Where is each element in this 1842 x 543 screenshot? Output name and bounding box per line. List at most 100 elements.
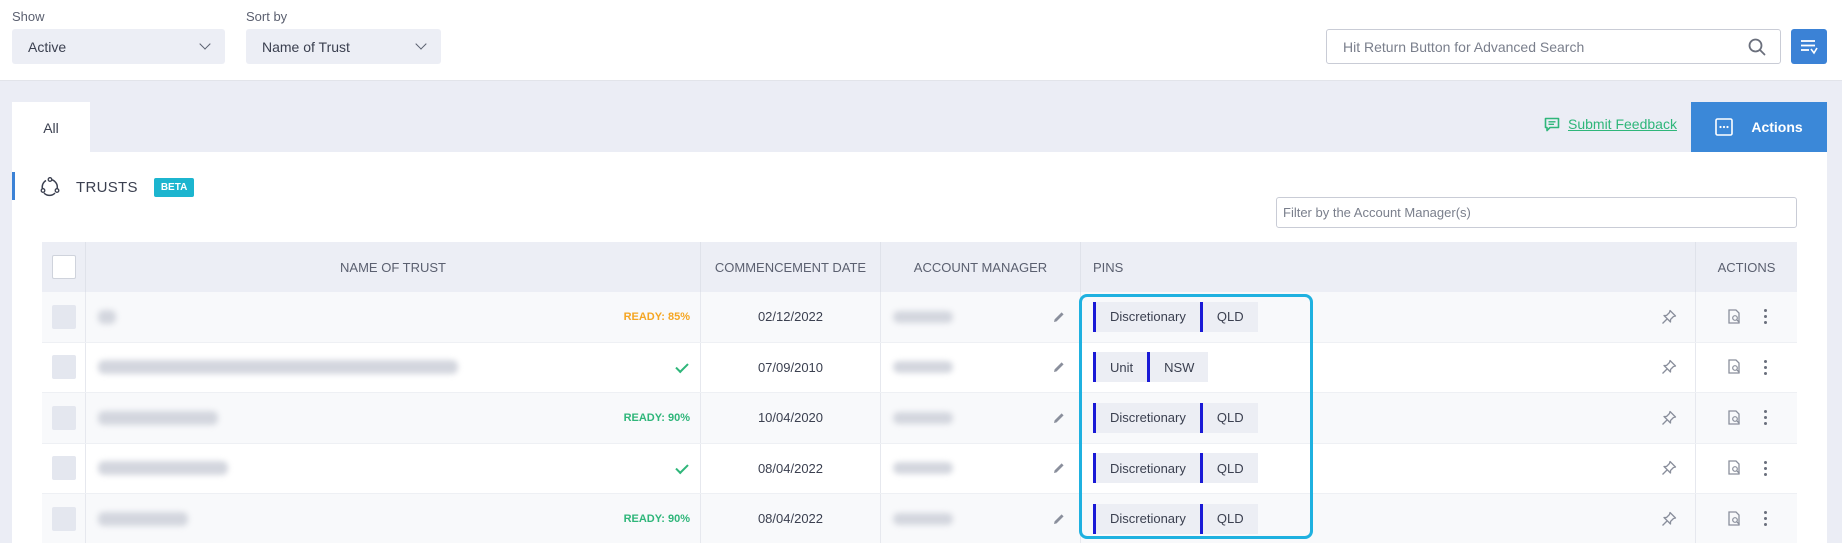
account-manager-cell — [881, 292, 1081, 342]
more-vertical-icon[interactable] — [1763, 511, 1767, 527]
pin-tag[interactable]: QLD — [1199, 402, 1258, 433]
tabs-bar: All Submit Feedback Actions — [12, 102, 1827, 153]
trust-name-cell[interactable] — [86, 443, 701, 493]
row-actions-cell — [1696, 494, 1797, 543]
trust-name-redacted — [98, 511, 188, 526]
pin-tag[interactable]: Discretionary — [1093, 453, 1200, 484]
pin-tag[interactable]: Unit — [1093, 352, 1148, 383]
pins-cell: Discretionary QLD — [1081, 393, 1696, 443]
chevron-down-icon — [415, 38, 427, 50]
trust-name-redacted — [98, 410, 218, 425]
submit-feedback-link[interactable]: Submit Feedback — [1544, 116, 1677, 132]
account-manager-cell — [881, 494, 1081, 543]
trust-name-redacted — [98, 309, 116, 324]
filter-list-icon — [1801, 39, 1818, 54]
pin-tag[interactable]: Discretionary — [1093, 402, 1200, 433]
row-checkbox[interactable] — [51, 456, 76, 481]
pin-tag[interactable]: NSW — [1147, 352, 1209, 383]
search-icon[interactable] — [1748, 38, 1766, 56]
sort-select-value: Name of Trust — [262, 38, 350, 55]
pushpin-icon[interactable] — [1661, 309, 1677, 325]
trust-name-cell[interactable]: READY: 85% — [86, 292, 701, 342]
tab-all[interactable]: All — [12, 102, 90, 153]
account-manager-redacted — [893, 411, 953, 424]
row-actions-cell — [1696, 343, 1797, 393]
actions-button-label: Actions — [1751, 119, 1803, 135]
edit-pencil-icon[interactable] — [1052, 512, 1066, 526]
row-actions-cell — [1696, 444, 1797, 494]
table-body: READY: 85% 02/12/2022 DiscretionaryQLD — [42, 292, 1797, 543]
commencement-date: 08/04/2022 — [701, 443, 881, 493]
pins-cell: Discretionary QLD — [1081, 443, 1696, 493]
pins-cell: Discretionary QLD — [1081, 494, 1696, 543]
more-vertical-icon[interactable] — [1763, 309, 1767, 325]
select-all-checkbox[interactable] — [51, 255, 76, 279]
edit-pencil-icon[interactable] — [1052, 310, 1066, 324]
edit-pencil-icon[interactable] — [1052, 360, 1066, 374]
row-select-cell — [42, 342, 86, 392]
pins-list: Discretionary QLD — [1093, 503, 1258, 534]
pushpin-icon[interactable] — [1661, 460, 1677, 476]
row-checkbox[interactable] — [51, 355, 76, 380]
pins-list: Discretionary QLD — [1093, 453, 1258, 484]
table-row[interactable]: READY: 90% 08/04/2022 Discretionary QLD — [42, 494, 1797, 543]
search-input[interactable] — [1343, 38, 1748, 55]
view-document-icon[interactable] — [1727, 359, 1742, 375]
row-actions-cell — [1696, 292, 1797, 342]
trust-name-redacted — [98, 360, 458, 375]
section-title: TRUSTS — [76, 178, 138, 196]
pin-tag[interactable]: QLD — [1199, 301, 1258, 332]
trust-name-cell[interactable] — [86, 342, 701, 392]
submit-feedback-label: Submit Feedback — [1568, 116, 1677, 132]
table-row[interactable]: READY: 90% 10/04/2020 Discretionary QLD — [42, 393, 1797, 444]
row-select-cell — [42, 443, 86, 493]
more-vertical-icon[interactable] — [1763, 460, 1767, 476]
row-checkbox[interactable] — [51, 304, 76, 329]
row-checkbox[interactable] — [51, 506, 76, 531]
pushpin-icon[interactable] — [1661, 511, 1677, 527]
account-manager-filter[interactable] — [1276, 197, 1797, 228]
table-row[interactable]: 07/09/2010 Unit NSW — [42, 342, 1797, 393]
show-label: Show — [12, 9, 45, 24]
table-row[interactable]: 08/04/2022 Discretionary QLD — [42, 443, 1797, 494]
pushpin-icon[interactable] — [1661, 410, 1677, 426]
view-document-icon[interactable] — [1727, 511, 1742, 527]
pin-tag[interactable]: Discretionary — [1093, 503, 1200, 534]
commencement-date: 07/09/2010 — [701, 342, 881, 392]
col-pins: PINS — [1081, 242, 1696, 292]
pins-cell: Discretionary QLD — [1081, 292, 1696, 342]
edit-pencil-icon[interactable] — [1052, 411, 1066, 425]
col-actions: ACTIONS — [1717, 259, 1776, 275]
more-vertical-icon[interactable] — [1763, 359, 1767, 375]
pins-cell: Unit NSW — [1081, 342, 1696, 392]
view-document-icon[interactable] — [1727, 309, 1742, 325]
ready-check-icon — [675, 460, 689, 474]
search-box[interactable] — [1326, 29, 1781, 64]
ready-status: READY: 85% — [623, 310, 690, 323]
pin-tag[interactable]: Discretionary — [1093, 301, 1200, 332]
view-document-icon[interactable] — [1727, 410, 1742, 426]
sort-label: Sort by — [246, 9, 288, 24]
trusts-panel: TRUSTS BETA NAME OF TRUST COMMENCEMENT D… — [12, 152, 1827, 543]
table-row[interactable]: READY: 85% 02/12/2022 Discretionary QLD — [42, 292, 1797, 343]
section-header: TRUSTS BETA — [40, 177, 195, 197]
pin-tag[interactable]: QLD — [1199, 503, 1258, 534]
row-actions-cell — [1696, 393, 1797, 443]
col-name-of-trust[interactable]: NAME OF TRUST — [86, 242, 701, 292]
ready-status: READY: 90% — [623, 512, 690, 525]
pushpin-icon[interactable] — [1661, 359, 1677, 375]
col-account-manager[interactable]: ACCOUNT MANAGER — [881, 242, 1081, 292]
pin-tag[interactable]: QLD — [1199, 453, 1258, 484]
actions-button[interactable]: Actions — [1691, 102, 1827, 152]
trust-name-cell[interactable]: READY: 90% — [86, 393, 701, 443]
sort-select[interactable]: Name of Trust — [246, 29, 441, 64]
pins-list: Discretionary QLD — [1093, 301, 1258, 332]
advanced-filter-button[interactable] — [1791, 29, 1827, 64]
trust-name-cell[interactable]: READY: 90% — [86, 494, 701, 543]
view-document-icon[interactable] — [1727, 460, 1742, 476]
show-select[interactable]: Active — [12, 29, 225, 64]
more-vertical-icon[interactable] — [1763, 410, 1767, 426]
row-checkbox[interactable] — [51, 405, 76, 430]
col-commencement-date[interactable]: COMMENCEMENT DATE — [701, 242, 881, 292]
edit-pencil-icon[interactable] — [1052, 461, 1066, 475]
